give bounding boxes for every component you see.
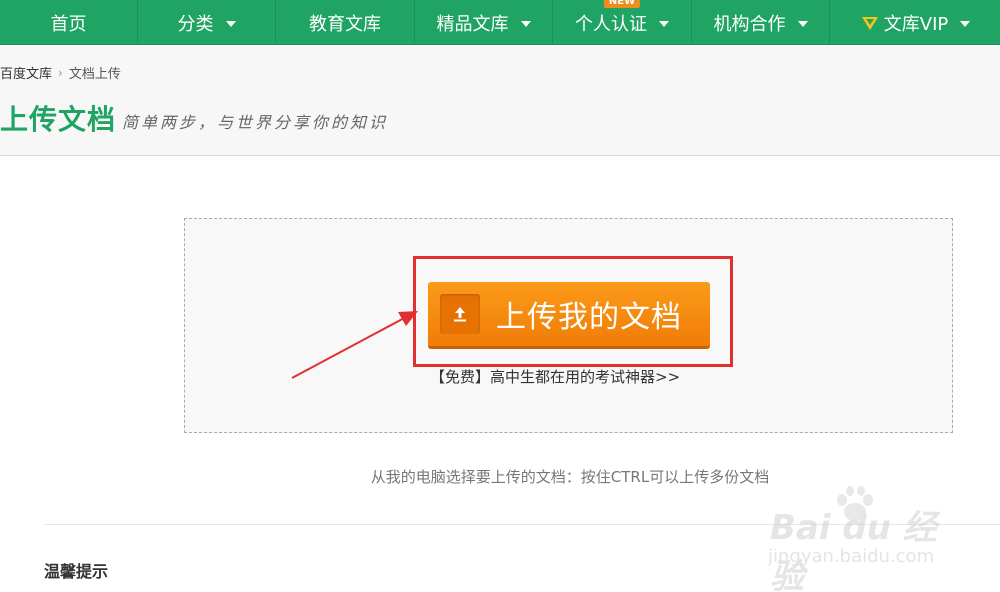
breadcrumb-root-link[interactable]: 百度文库 (0, 63, 52, 82)
page-slogan: 简单两步，与世界分享你的知识 (122, 113, 389, 132)
top-nav: 首页 分类 教育文库 精品文库 NEW 个人认证 机构合作 文库VIP (0, 0, 1000, 45)
nav-label: 文库VIP (883, 13, 949, 35)
caret-down-icon (960, 20, 971, 27)
nav-label: 教育文库 (309, 13, 381, 35)
caret-down-icon (520, 20, 531, 27)
nav-category[interactable]: 分类 (138, 0, 276, 45)
promo-link[interactable]: 【免费】高中生都在用的考试神器>> (430, 366, 680, 387)
nav-home[interactable]: 首页 (0, 0, 138, 45)
nav-label: 分类 (177, 13, 214, 35)
red-arrow-annotation (291, 311, 418, 379)
breadcrumb: 百度文库 › 文档上传 (0, 63, 121, 83)
nav-label: 机构合作 (713, 13, 786, 35)
upload-document-button[interactable]: 上传我的文档 (428, 282, 710, 349)
chevron-right-icon: › (58, 65, 63, 80)
baidu-jingyan-watermark: Bai du 经验 jingyan.baidu.com (760, 484, 960, 592)
page-header: 百度文库 › 文档上传 上传文档 简单两步，与世界分享你的知识 (0, 46, 1000, 156)
nav-label: 首页 (50, 13, 87, 35)
nav-vip[interactable]: 文库VIP (830, 0, 1000, 45)
vip-icon (860, 13, 880, 33)
new-badge: NEW (603, 0, 641, 8)
nav-premium[interactable]: 精品文库 (415, 0, 553, 45)
caret-down-icon (659, 20, 669, 27)
nav-label: 精品文库 (436, 13, 509, 35)
upload-arrow-icon (440, 294, 480, 334)
page-title: 上传文档 (0, 103, 117, 136)
nav-education[interactable]: 教育文库 (276, 0, 415, 45)
page: 首页 分类 教育文库 精品文库 NEW 个人认证 机构合作 文库VIP 百度文库… (0, 0, 1000, 592)
breadcrumb-current: 文档上传 (68, 67, 121, 82)
tips-heading: 温馨提示 (44, 562, 109, 581)
nav-personal-cert[interactable]: NEW 个人认证 (553, 0, 692, 45)
nav-label: 个人认证 (575, 13, 647, 35)
upload-button-label: 上传我的文档 (496, 300, 682, 335)
caret-down-icon (225, 20, 236, 27)
watermark-url: jingyan.baidu.com (768, 546, 935, 567)
nav-institution[interactable]: 机构合作 (692, 0, 830, 45)
caret-down-icon (797, 20, 808, 27)
